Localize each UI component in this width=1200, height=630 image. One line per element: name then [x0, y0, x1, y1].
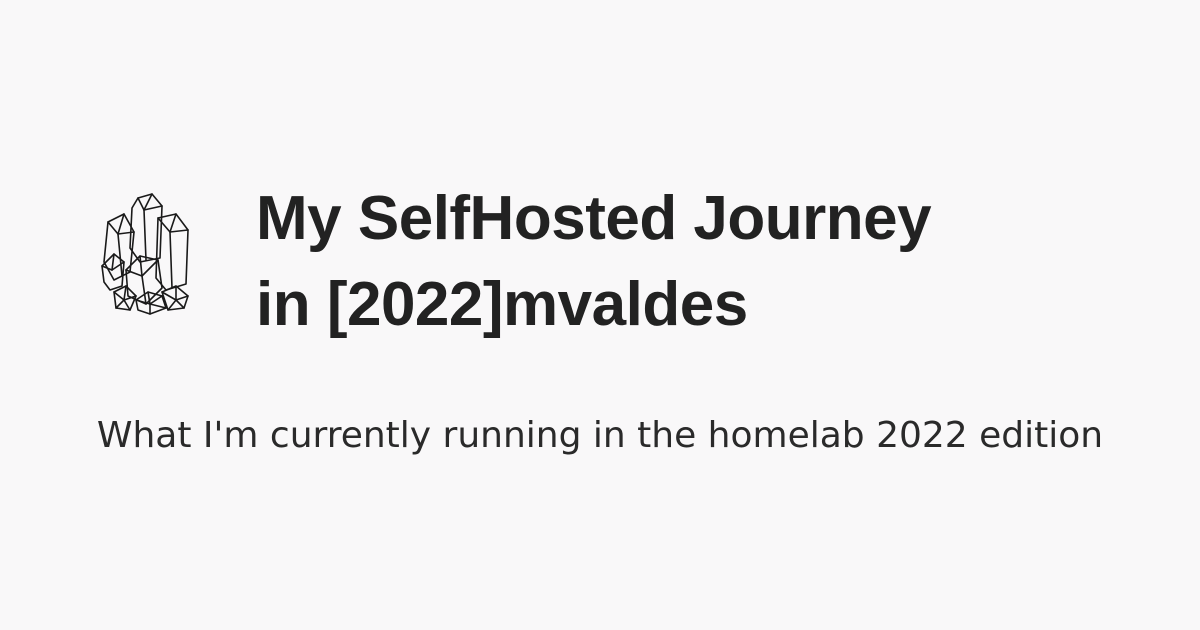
title-line-2: in [2022]mvaldes: [256, 270, 748, 339]
og-card: My SelfHosted Journey in [2022]mvaldes W…: [0, 0, 1200, 630]
page-subtitle: What I'm currently running in the homela…: [96, 415, 1104, 456]
crystal-cluster-icon: [100, 192, 190, 316]
title-line-1: My SelfHosted Journey: [256, 184, 932, 253]
page-title: My SelfHosted Journey in [2022]mvaldes: [256, 176, 1156, 348]
